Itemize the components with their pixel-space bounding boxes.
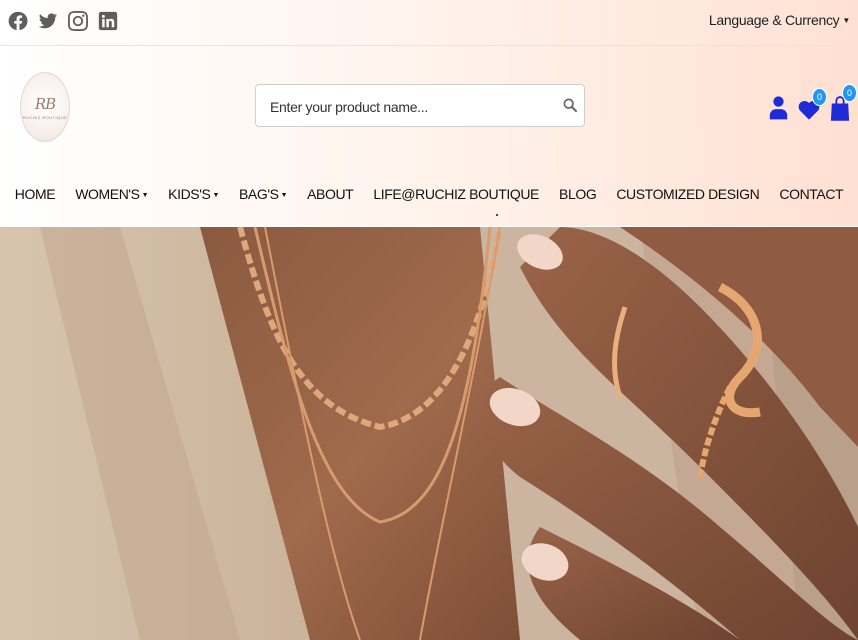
caret-down-icon: ▼ [141, 192, 149, 199]
top-bar: Language & Currency ▼ [0, 0, 858, 46]
nav-label: CONTACT [779, 186, 844, 202]
nav-item-about[interactable]: ABOUT [297, 186, 363, 202]
user-account-icon[interactable] [769, 91, 788, 124]
nav-label: CUSTOMIZED DESIGN [616, 186, 760, 202]
nav-label: BLOG [559, 186, 597, 202]
nav-item-kids[interactable]: KIDS'S ▼ [158, 186, 229, 202]
twitter-icon[interactable] [38, 9, 58, 33]
nav-item-contact[interactable]: CONTACT [769, 186, 853, 202]
search-input[interactable] [268, 85, 552, 128]
social-links [8, 9, 118, 33]
nav-item-womens[interactable]: WOMEN'S ▼ [65, 186, 158, 202]
main-nav: HOME WOMEN'S ▼ KIDS'S ▼ BAG'S ▼ ABOUT LIFE@… [0, 186, 858, 202]
facebook-icon[interactable] [8, 9, 28, 33]
nav-item-bags[interactable]: BAG'S ▼ [229, 186, 297, 202]
language-currency-label: Language & Currency [708, 12, 840, 28]
logo-subtitle: RUCHIZ BOUTIQUE [22, 114, 68, 120]
caret-down-icon: ▼ [842, 16, 850, 25]
nav-item-home[interactable]: HOME [5, 186, 65, 202]
caret-down-icon: ▼ [280, 192, 288, 199]
nav-label: WOMEN'S [75, 186, 140, 202]
nav-label: HOME [14, 186, 56, 202]
hero-banner-image[interactable] [0, 227, 858, 640]
nav-item-customized-design[interactable]: CUSTOMIZED DESIGN [606, 186, 769, 202]
caret-down-icon: ▼ [212, 192, 219, 199]
active-indicator-dot [496, 214, 498, 216]
nav-label: LIFE@RUCHIZ BOUTIQUE [373, 186, 539, 202]
nav-label: KIDS'S [168, 186, 211, 202]
instagram-icon[interactable] [68, 9, 88, 33]
header-actions: 0 0 [769, 84, 857, 124]
logo-monogram: RB [34, 94, 56, 113]
cart-button[interactable]: 0 [830, 84, 857, 124]
nav-label: BAG'S [238, 186, 279, 202]
nav-item-life-ruchiz[interactable]: LIFE@RUCHIZ BOUTIQUE [363, 186, 549, 202]
site-header: RB RUCHIZ BOUTIQUE 0 0 HOME WOMEN'S▼ KID… [0, 46, 858, 226]
linkedin-icon[interactable] [98, 9, 118, 33]
jewelry-model-photo [0, 227, 858, 640]
cart-count-badge: 0 [842, 84, 857, 102]
wishlist-button[interactable]: 0 [798, 88, 827, 124]
nav-label: ABOUT [307, 186, 354, 202]
brand-logo[interactable]: RB RUCHIZ BOUTIQUE [20, 72, 70, 142]
search-icon[interactable] [562, 95, 578, 115]
search-box [255, 84, 585, 128]
language-currency-dropdown[interactable]: Language & Currency ▼ [709, 12, 850, 28]
wishlist-count-badge: 0 [812, 88, 827, 106]
nav-item-blog[interactable]: BLOG [549, 186, 606, 202]
